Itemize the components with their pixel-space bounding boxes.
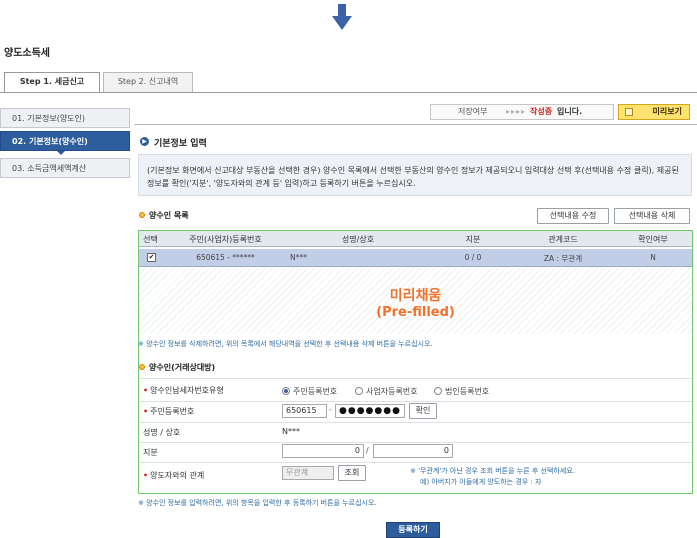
save-status: 저장여부 ▸▸▸▸ 작성중 입니다. [430,104,614,120]
save-status-label: 저장여부 [458,107,488,116]
active-indicator-icon [57,151,65,155]
edit-selection-button[interactable]: 선택내용 수정 [537,208,609,224]
tab-divider [0,92,697,93]
sidebar-item-income-tax-calc[interactable]: 03. 소득금액세액계산 [0,158,130,178]
preview-button[interactable]: 미리보기 [618,104,690,120]
save-status-suffix: 입니다. [557,107,583,116]
info-text: (기본정보 화면에서 신고대상 부동산을 선택한 경우) 양수인 목록에서 선택… [147,166,679,188]
register-button[interactable]: 등록하기 [386,522,440,538]
info-box: (기본정보 화면에서 신고대상 부동산을 선택한 경우) 양수인 목록에서 선택… [138,154,692,196]
down-arrow-icon [332,4,352,30]
page-title: 양도소득세 [4,48,50,59]
save-status-value: 작성중 [530,107,553,116]
buyer-list-title: 양수인 목록 [149,211,189,220]
register-note: ※ 양수인 정보를 입력하려면, 위의 항목을 입력한 후 등록하기 버튼을 누… [138,499,377,507]
preview-button-label: 미리보기 [652,107,682,116]
prefilled-frame [138,230,693,494]
tab-tax-filing[interactable]: Step 1. 세금신고 [4,72,100,93]
tab-filing-history[interactable]: Step 2. 신고내역 [103,72,193,92]
section-title: 기본정보 입력 [154,139,207,149]
delete-selection-button[interactable]: 선택내용 삭제 [614,208,690,224]
header-divider [134,124,697,125]
bullet-icon [139,212,145,218]
sidebar-item-buyer-info[interactable]: 02. 기본정보(양수인) [0,131,130,151]
preview-icon [625,108,633,116]
section-arrow-icon: ▶ [140,137,149,146]
status-arrows-icon: ▸▸▸▸ [506,107,527,116]
sidebar-item-seller-info[interactable]: 01. 기본정보(양도인) [0,108,130,128]
